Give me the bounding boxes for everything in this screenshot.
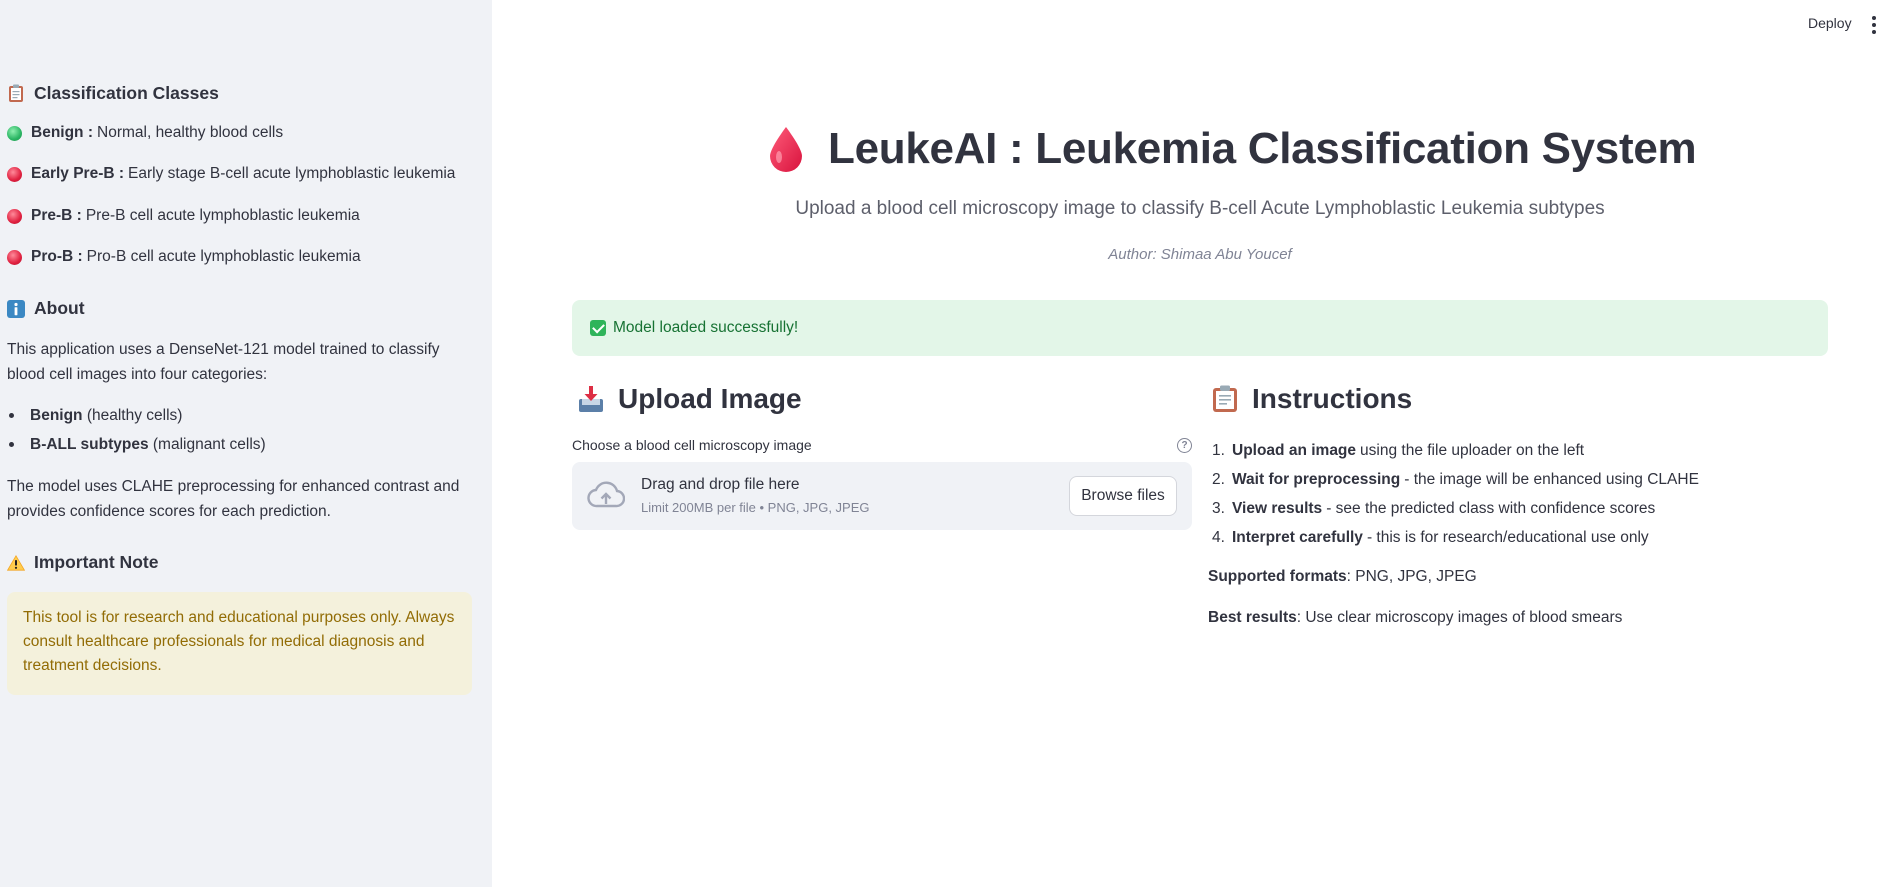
class-item-pre-b: Pre-B : Pre-B cell acute lymphoblastic l… xyxy=(7,207,360,225)
main-menu-icon[interactable] xyxy=(1870,16,1878,34)
success-alert: Model loaded successfully! xyxy=(572,300,1828,356)
list-item: 2. Wait for preprocessing - the image wil… xyxy=(1212,465,1699,494)
upload-heading: Upload Image xyxy=(578,383,802,415)
about-list: Benign (healthy cells) B-ALL subtypes (m… xyxy=(7,401,266,459)
best-label: Best results xyxy=(1208,609,1297,626)
list-item: B-ALL subtypes (malignant cells) xyxy=(7,430,266,459)
red-circle-icon xyxy=(7,166,22,182)
author-line: Author: Shimaa Abu Youcef xyxy=(1108,246,1292,263)
sidebar: Classification Classes Benign : Normal, … xyxy=(0,0,492,887)
dropzone-instructions: Drag and drop file here xyxy=(641,476,800,493)
formats-label: Supported formats xyxy=(1208,568,1347,585)
step-number: 1. xyxy=(1212,442,1225,459)
step-number: 4. xyxy=(1212,529,1225,546)
subtitle: Upload a blood cell microscopy image to … xyxy=(795,198,1605,219)
class-name: Early Pre-B : xyxy=(31,165,125,182)
red-circle-icon xyxy=(7,208,22,224)
clipboard-icon xyxy=(7,84,25,103)
list-item-text: (healthy cells) xyxy=(82,407,183,424)
uploader-label: Choose a blood cell microscopy image xyxy=(572,437,812,453)
step-number: 3. xyxy=(1212,500,1225,517)
about-text-2: The model uses CLAHE preprocessing for e… xyxy=(7,478,460,520)
class-item-pro-b: Pro-B : Pro-B cell acute lymphoblastic l… xyxy=(7,248,361,266)
instructions-heading-text: Instructions xyxy=(1252,383,1413,414)
step-number: 2. xyxy=(1212,471,1225,488)
best-value: : Use clear microscopy images of blood s… xyxy=(1296,609,1623,626)
step-bold: Interpret carefully xyxy=(1232,529,1363,546)
list-item-bold: B-ALL subtypes xyxy=(30,436,149,453)
warning-text: This tool is for research and educationa… xyxy=(23,609,455,674)
page-title-text: LeukeAI : Leukemia Classification System xyxy=(828,124,1697,173)
warning-icon xyxy=(7,554,25,571)
red-circle-icon xyxy=(7,249,22,265)
help-icon[interactable]: ? xyxy=(1177,438,1192,453)
about-heading-text: About xyxy=(34,298,85,318)
list-item-bold: Benign xyxy=(30,407,83,424)
class-desc: Normal, healthy blood cells xyxy=(97,124,284,141)
step-bold: Wait for preprocessing xyxy=(1232,471,1401,488)
class-name: Pre-B : xyxy=(31,207,82,224)
class-name: Benign : xyxy=(31,124,93,141)
dropzone-limit: Limit 200MB per file • PNG, JPG, JPEG xyxy=(641,500,870,515)
supported-formats: Supported formats: PNG, JPG, JPEG xyxy=(1208,568,1477,586)
class-item-benign: Benign : Normal, healthy blood cells xyxy=(7,124,283,142)
check-mark-icon xyxy=(590,320,606,336)
page-title: LeukeAI : Leukemia Classification System xyxy=(768,124,1697,174)
list-item: 4. Interpret carefully - this is for rese… xyxy=(1212,523,1699,552)
step-text: - the image will be enhanced using CLAHE xyxy=(1404,471,1699,488)
class-item-early-pre-b: Early Pre-B : Early stage B-cell acute l… xyxy=(7,165,455,183)
class-desc: Early stage B-cell acute lymphoblastic l… xyxy=(128,165,456,182)
note-heading: Important Note xyxy=(7,552,158,573)
success-text: Model loaded successfully! xyxy=(613,319,799,336)
class-desc: Pro-B cell acute lymphoblastic leukemia xyxy=(86,248,361,265)
info-icon xyxy=(7,299,25,318)
list-item: 1. Upload an image using the file uploade… xyxy=(1212,436,1699,465)
browse-files-button[interactable]: Browse files xyxy=(1069,476,1177,516)
step-text: - see the predicted class with confidenc… xyxy=(1326,500,1656,517)
about-heading: About xyxy=(7,298,85,319)
blood-drop-icon xyxy=(770,127,802,172)
upload-heading-text: Upload Image xyxy=(618,383,802,414)
file-dropzone[interactable]: Drag and drop file here Limit 200MB per … xyxy=(572,462,1192,530)
classes-heading: Classification Classes xyxy=(7,83,219,104)
class-name: Pro-B : xyxy=(31,248,83,265)
instructions-heading: Instructions xyxy=(1212,383,1412,415)
instructions-list: 1. Upload an image using the file uploade… xyxy=(1212,436,1699,552)
classes-heading-text: Classification Classes xyxy=(34,83,219,103)
list-item-text: (malignant cells) xyxy=(148,436,266,453)
class-desc: Pre-B cell acute lymphoblastic leukemia xyxy=(85,207,360,224)
list-item: Benign (healthy cells) xyxy=(7,401,266,430)
cloud-upload-icon xyxy=(587,481,625,508)
note-heading-text: Important Note xyxy=(34,552,159,572)
step-text: - this is for research/educational use o… xyxy=(1366,529,1649,546)
about-text: This application uses a DenseNet-121 mod… xyxy=(7,341,440,383)
step-bold: View results xyxy=(1232,500,1323,517)
best-results: Best results: Use clear microscopy image… xyxy=(1208,609,1622,627)
step-text: using the file uploader on the left xyxy=(1360,442,1585,459)
warning-box: This tool is for research and educationa… xyxy=(7,592,472,695)
inbox-tray-icon xyxy=(579,386,603,412)
green-circle-icon xyxy=(7,125,22,141)
step-bold: Upload an image xyxy=(1232,442,1357,459)
deploy-button[interactable]: Deploy xyxy=(1808,15,1852,31)
formats-value: : PNG, JPG, JPEG xyxy=(1346,568,1477,585)
clipboard-icon xyxy=(1213,385,1237,412)
list-item: 3. View results - see the predicted class… xyxy=(1212,494,1699,523)
